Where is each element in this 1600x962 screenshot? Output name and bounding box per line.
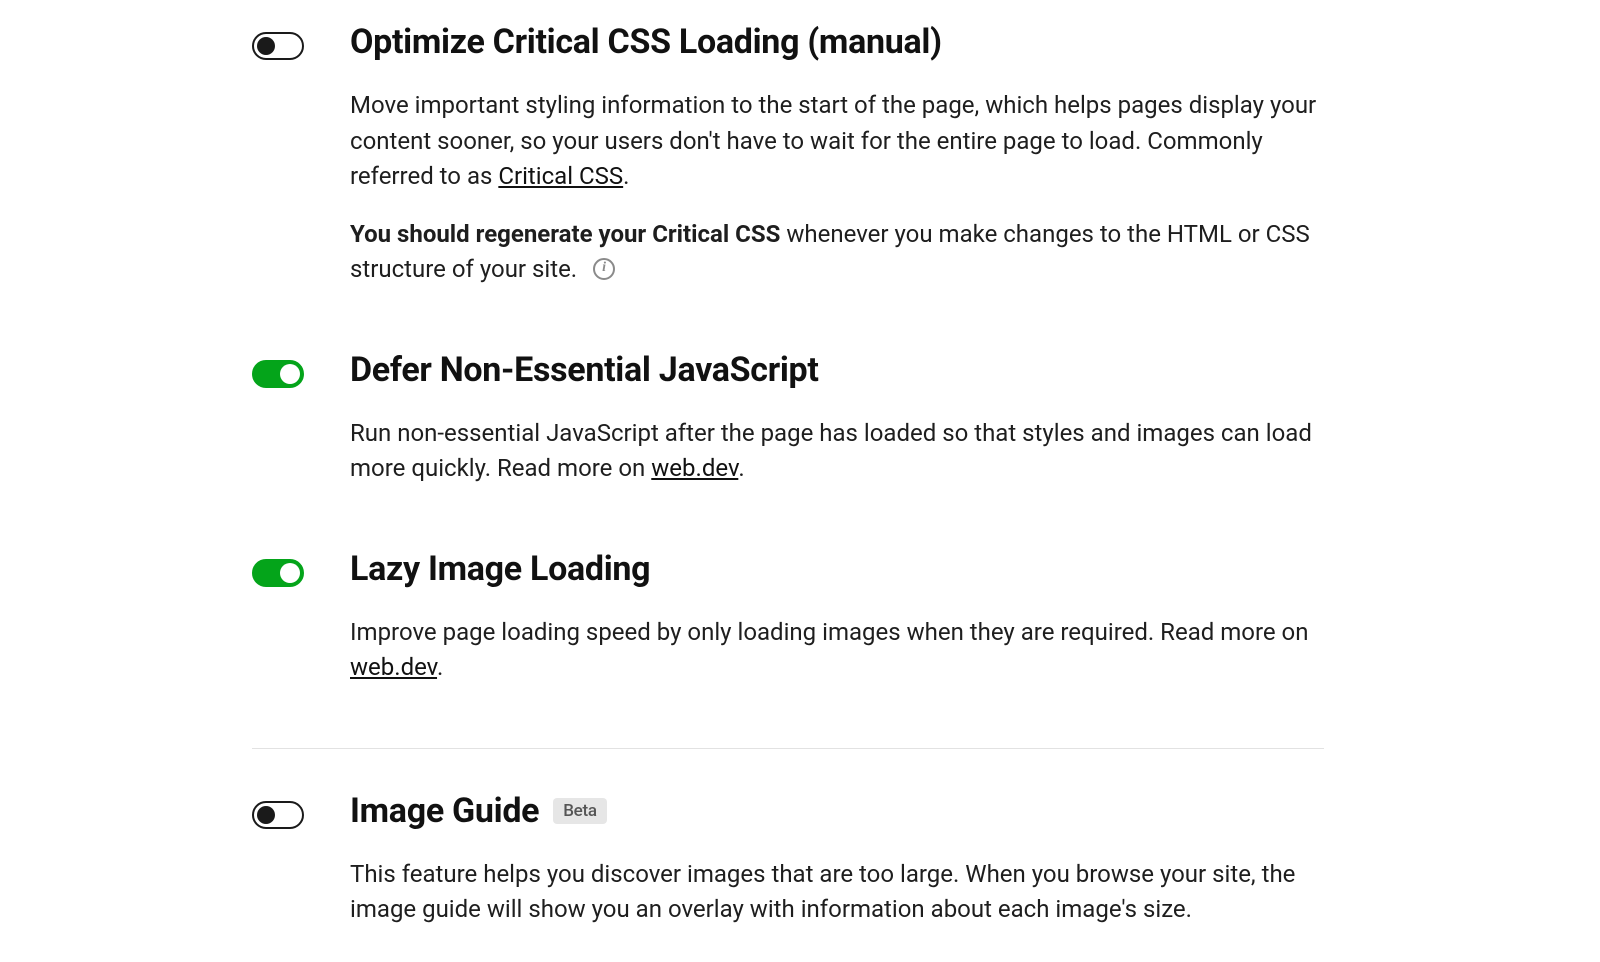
setting-desc-critical-css-1: Move important styling information to th… <box>350 88 1320 195</box>
setting-desc-critical-css-2: You should regenerate your Critical CSS … <box>350 217 1320 288</box>
toggle-defer-js[interactable] <box>252 360 304 388</box>
toggle-critical-css[interactable] <box>252 32 304 60</box>
section-divider <box>252 748 1324 749</box>
info-icon[interactable]: i <box>593 258 615 280</box>
link-critical-css[interactable]: Critical CSS <box>498 162 623 190</box>
setting-title-image-guide: Image Guide Beta <box>350 791 1330 831</box>
setting-title-critical-css: Optimize Critical CSS Loading (manual) <box>350 22 1330 62</box>
setting-desc-image-guide: This feature helps you discover images t… <box>350 857 1320 928</box>
setting-lazy-images: Lazy Image Loading Improve page loading … <box>0 549 1600 686</box>
setting-critical-css: Optimize Critical CSS Loading (manual) M… <box>0 22 1600 288</box>
link-webdev-lazy[interactable]: web.dev <box>350 653 437 681</box>
setting-title-lazy-images: Lazy Image Loading <box>350 549 1330 589</box>
setting-defer-js: Defer Non-Essential JavaScript Run non-e… <box>0 350 1600 487</box>
setting-image-guide: Image Guide Beta This feature helps you … <box>0 791 1600 928</box>
toggle-lazy-images[interactable] <box>252 559 304 587</box>
setting-desc-defer-js: Run non-essential JavaScript after the p… <box>350 416 1320 487</box>
beta-badge: Beta <box>553 798 606 824</box>
toggle-image-guide[interactable] <box>252 801 304 829</box>
setting-title-defer-js: Defer Non-Essential JavaScript <box>350 350 1330 390</box>
link-webdev-defer[interactable]: web.dev <box>651 454 738 482</box>
setting-desc-lazy-images: Improve page loading speed by only loadi… <box>350 615 1320 686</box>
